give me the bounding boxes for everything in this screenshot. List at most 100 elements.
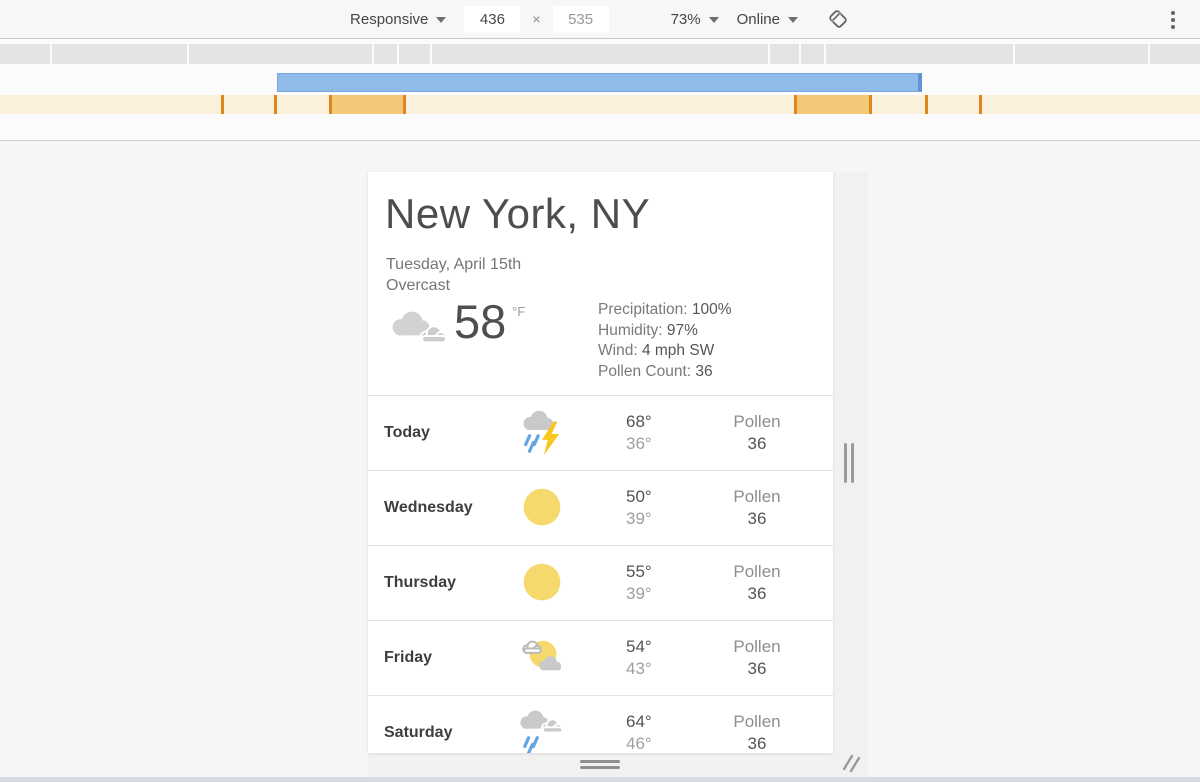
current-conditions: 58 °F Precipitation: 100%Humidity: 97%Wi…: [386, 298, 816, 388]
forecast-row: Friday 54° 43° Pollen 36: [368, 620, 833, 695]
current-temperature: 58: [454, 294, 506, 349]
bottom-resize-handle[interactable]: [580, 760, 620, 769]
preset-ruler-gap: [1148, 44, 1150, 64]
dimension-separator: ×: [532, 11, 540, 27]
min-width-media-query-bar[interactable]: [277, 73, 922, 92]
forecast-day: Saturday: [384, 724, 504, 742]
high-temp: 55°: [626, 561, 698, 583]
sunny-icon: [504, 561, 580, 605]
forecast-day: Wednesday: [384, 499, 504, 517]
throttle-select[interactable]: Online: [737, 11, 798, 28]
max-width-media-query-bar[interactable]: [0, 95, 1200, 114]
pollen-value: 36: [698, 733, 816, 753]
thunderstorm-icon: [504, 409, 580, 457]
zoom-select[interactable]: 73%: [671, 11, 719, 28]
pollen-value: 36: [698, 583, 816, 605]
forecast-day: Today: [384, 424, 504, 442]
preset-ruler-gap: [397, 44, 399, 64]
device-preset-ruler[interactable]: [0, 44, 1200, 64]
viewport-width-input[interactable]: [464, 6, 520, 33]
current-condition: Overcast: [386, 275, 521, 296]
chevron-down-icon: [709, 17, 719, 23]
throttle-label: Online: [737, 11, 780, 28]
preset-ruler-gap: [187, 44, 189, 64]
preset-ruler-gap: [1013, 44, 1015, 64]
high-temp: 64°: [626, 711, 698, 733]
rotate-viewport-button[interactable]: [826, 7, 850, 31]
weather-details: Precipitation: 100%Humidity: 97%Wind: 4 …: [598, 300, 732, 382]
detail-value: 36: [695, 363, 712, 380]
preset-ruler-gap: [430, 44, 432, 64]
forecast-day: Thursday: [384, 574, 504, 592]
forecast-temps: 50° 39°: [580, 486, 698, 530]
media-query-breakpoint-tick[interactable]: [925, 95, 928, 114]
devtools-menu-button[interactable]: [1162, 8, 1184, 32]
detail-line: Precipitation: 100%: [598, 300, 732, 321]
forecast-pollen: Pollen 36: [698, 411, 816, 455]
forecast-temps: 55° 39°: [580, 561, 698, 605]
media-query-breakpoint-tick[interactable]: [274, 95, 277, 114]
sunny-icon: [504, 486, 580, 530]
forecast-row: Today 68° 36° Pollen 36: [368, 395, 833, 470]
preset-ruler-gap: [799, 44, 801, 64]
device-mode-select[interactable]: Responsive: [350, 11, 446, 28]
pollen-value: 36: [698, 433, 816, 455]
forecast-pollen: Pollen 36: [698, 486, 816, 530]
media-query-range-segment[interactable]: [794, 95, 872, 114]
zoom-label: 73%: [671, 11, 701, 28]
chevron-down-icon: [788, 17, 798, 23]
window-bottom-edge: [0, 777, 1200, 782]
detail-value: 97%: [667, 322, 698, 339]
forecast-pollen: Pollen 36: [698, 561, 816, 605]
corner-resize-icon: [841, 752, 865, 774]
low-temp: 43°: [626, 658, 698, 680]
high-temp: 54°: [626, 636, 698, 658]
overcast-cloud-icon: [388, 308, 450, 361]
media-query-breakpoint-tick[interactable]: [221, 95, 224, 114]
forecast-row: Saturday 64° 46° Pollen 36: [368, 695, 833, 753]
corner-resize-handle[interactable]: [841, 752, 865, 779]
date-and-condition: Tuesday, April 15th Overcast: [386, 254, 521, 296]
detail-label: Precipitation:: [598, 301, 688, 318]
high-temp: 68°: [626, 411, 698, 433]
preset-ruler-gap: [768, 44, 770, 64]
forecast-list: Today 68° 36° Pollen 36 Wednesday 50° 39…: [368, 395, 833, 753]
detail-line: Humidity: 97%: [598, 321, 732, 342]
preset-ruler-gap: [50, 44, 52, 64]
media-query-range-segment[interactable]: [329, 95, 406, 114]
device-stage: New York, NY Tuesday, April 15th Overcas…: [0, 141, 1200, 777]
low-temp: 36°: [626, 433, 698, 455]
device-toolbar: Responsive × 73% Online: [0, 0, 1200, 39]
emulated-viewport: New York, NY Tuesday, April 15th Overcas…: [368, 172, 833, 753]
pollen-label: Pollen: [698, 411, 816, 433]
forecast-pollen: Pollen 36: [698, 636, 816, 680]
forecast-row: Thursday 55° 39° Pollen 36: [368, 545, 833, 620]
rotate-icon: [826, 7, 850, 31]
city-title: New York, NY: [385, 190, 650, 238]
detail-line: Pollen Count: 36: [598, 362, 732, 383]
device-mode-label: Responsive: [350, 11, 428, 28]
partly-cloudy-icon: [504, 636, 580, 680]
forecast-temps: 54° 43°: [580, 636, 698, 680]
media-query-region: [0, 40, 1200, 141]
low-temp: 46°: [626, 733, 698, 753]
chevron-down-icon: [436, 17, 446, 23]
right-resize-handle[interactable]: [844, 443, 854, 483]
detail-value: 100%: [692, 301, 732, 318]
forecast-row: Wednesday 50° 39° Pollen 36: [368, 470, 833, 545]
forecast-temps: 64° 46°: [580, 711, 698, 753]
forecast-temps: 68° 36°: [580, 411, 698, 455]
low-temp: 39°: [626, 583, 698, 605]
pollen-value: 36: [698, 508, 816, 530]
detail-label: Humidity:: [598, 322, 663, 339]
detail-label: Pollen Count:: [598, 363, 691, 380]
preset-ruler-gap: [824, 44, 826, 64]
pollen-label: Pollen: [698, 711, 816, 733]
pollen-label: Pollen: [698, 561, 816, 583]
media-query-breakpoint-tick[interactable]: [979, 95, 982, 114]
detail-label: Wind:: [598, 342, 638, 359]
viewport-height-input[interactable]: [553, 6, 609, 33]
high-temp: 50°: [626, 486, 698, 508]
preset-ruler-gap: [372, 44, 374, 64]
low-temp: 39°: [626, 508, 698, 530]
